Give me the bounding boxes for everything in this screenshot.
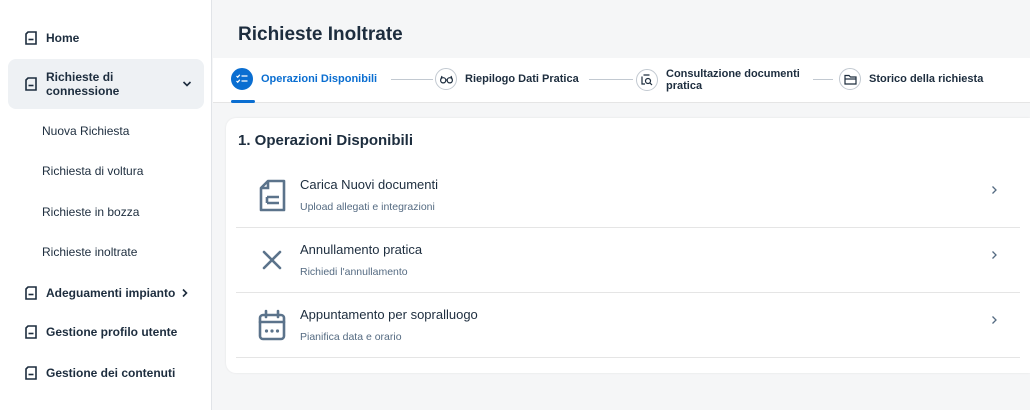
sidebar-subitem-nuova-richiesta[interactable]: Nuova Richiesta (42, 124, 129, 138)
glasses-icon (435, 68, 457, 90)
sidebar-item-label: Gestione dei contenuti (46, 366, 176, 380)
step-storico-della-richiesta[interactable]: Storico della richiesta (839, 68, 983, 90)
sidebar-item-adeguamenti-impianto[interactable]: Adeguamenti impianto (8, 286, 204, 300)
document-icon (25, 286, 37, 300)
folder-icon (839, 68, 861, 90)
section-title: 1. Operazioni Disponibili (238, 132, 414, 149)
step-label: Storico della richiesta (869, 73, 984, 85)
step-consultazione-documenti-pratica[interactable]: Consultazione documenti pratica (636, 68, 806, 92)
sidebar-item-label: Home (46, 31, 80, 45)
operation-title: Carica Nuovi documenti (300, 177, 439, 192)
operation-annullamento-pratica[interactable]: Annullamento pratica Richiedi l'annullam… (236, 228, 1020, 293)
document-icon (25, 325, 37, 339)
sidebar: Home Richieste di connessione Nuova Rich… (0, 0, 212, 410)
document-icon (25, 31, 37, 45)
operation-appuntamento-per-sopralluogo[interactable]: Appuntamento per sopralluogo Pianifica d… (236, 293, 1020, 358)
step-operazioni-disponibili[interactable]: Operazioni Disponibili (231, 68, 377, 90)
step-riepilogo-dati-pratica[interactable]: Riepilogo Dati Pratica (435, 68, 579, 90)
document-icon (25, 366, 37, 380)
checklist-icon (231, 68, 253, 90)
calendar-icon (258, 309, 286, 341)
sidebar-item-label: Richieste di connessione (46, 70, 120, 98)
operation-carica-nuovi-documenti[interactable]: Carica Nuovi documenti Upload allegati e… (236, 163, 1020, 228)
sidebar-item-gestione-dei-contenuti[interactable]: Gestione dei contenuti (8, 366, 204, 380)
step-connector (813, 79, 833, 80)
document-icon (25, 77, 37, 91)
sidebar-item-home[interactable]: Home (8, 31, 204, 45)
sidebar-subitem-richieste-in-bozza[interactable]: Richieste in bozza (42, 205, 139, 219)
chevron-right-icon (992, 316, 997, 324)
sidebar-subitem-richieste-inoltrate[interactable]: Richieste inoltrate (42, 245, 137, 259)
step-connector (391, 79, 433, 80)
operations-card: 1. Operazioni Disponibili Carica Nuovi d… (226, 118, 1030, 373)
chevron-right-icon (992, 251, 997, 259)
operation-subtitle: Richiedi l'annullamento (300, 266, 408, 278)
step-label: Operazioni Disponibili (261, 73, 378, 85)
step-label: Riepilogo Dati Pratica (465, 73, 579, 85)
document-search-icon (636, 69, 658, 91)
sidebar-item-gestione-profilo-utente[interactable]: Gestione profilo utente (8, 325, 204, 339)
sidebar-item-richieste-di-connessione[interactable]: Richieste di connessione (8, 59, 204, 109)
page-title: Richieste Inoltrate (238, 24, 403, 45)
operation-subtitle: Pianifica data e orario (300, 331, 402, 343)
sidebar-subitem-richiesta-di-voltura[interactable]: Richiesta di voltura (42, 164, 143, 178)
upload-document-icon (259, 179, 286, 212)
operation-title: Annullamento pratica (300, 242, 423, 257)
step-navigator: Operazioni Disponibili Riepilogo Dati Pr… (213, 58, 1030, 103)
active-step-indicator (231, 100, 255, 103)
chevron-right-icon[interactable] (180, 288, 190, 298)
step-connector (589, 79, 633, 80)
chevron-right-icon (992, 186, 997, 194)
step-label: Consultazione documenti pratica (666, 68, 800, 92)
close-icon (262, 250, 282, 270)
chevron-down-icon[interactable] (182, 79, 192, 89)
operation-subtitle: Upload allegati e integrazioni (300, 201, 435, 213)
sidebar-item-label: Adeguamenti impianto (46, 286, 176, 300)
sidebar-item-label: Gestione profilo utente (46, 325, 178, 339)
operation-title: Appuntamento per sopralluogo (300, 307, 478, 322)
